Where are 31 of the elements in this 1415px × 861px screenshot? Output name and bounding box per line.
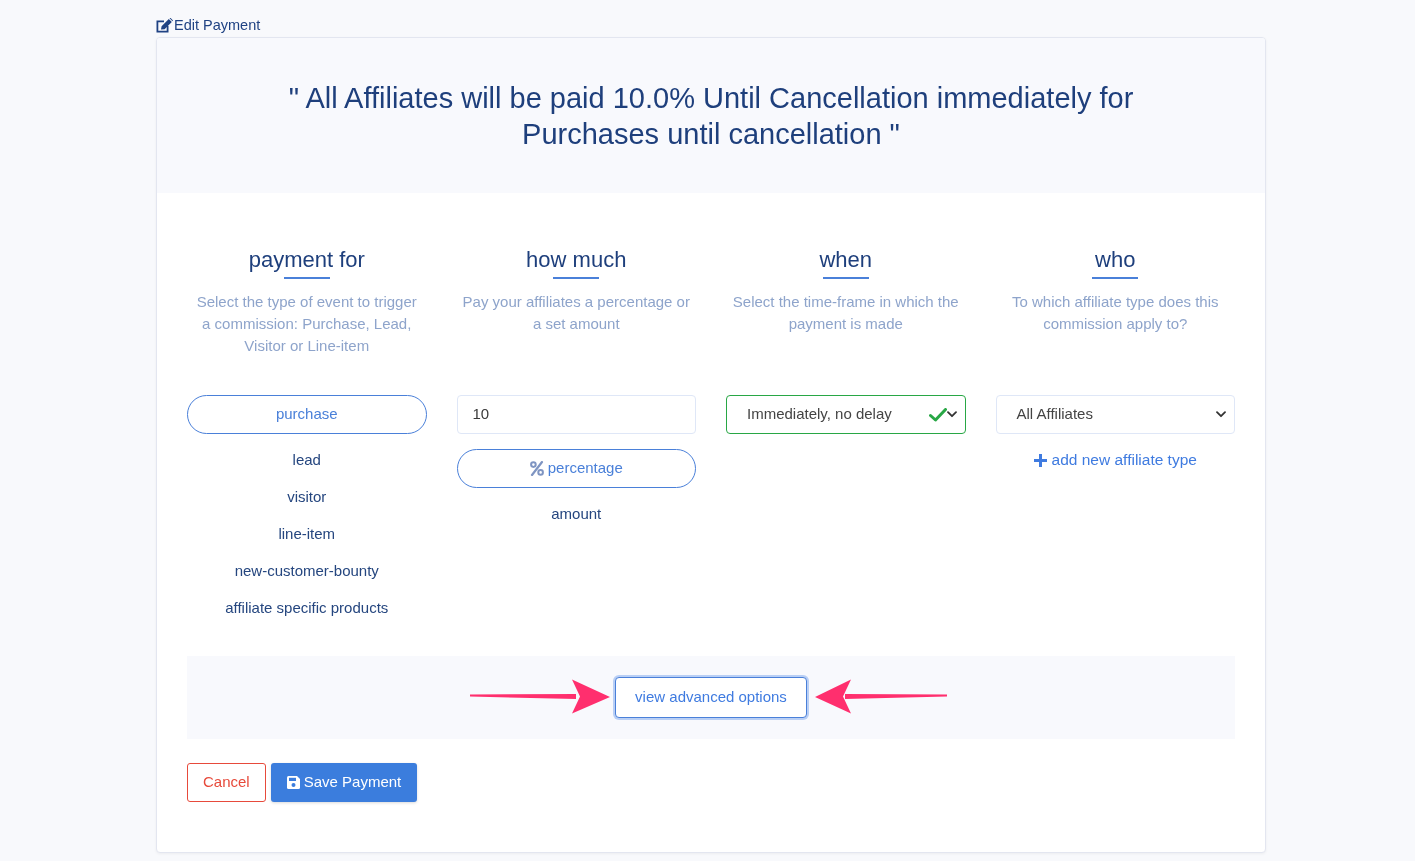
summary-heading: " All Affiliates will be paid 10.0% Until Cancellation immediately for Purchases until cancellation " (287, 80, 1135, 152)
dropdown[interactable]: All Affiliates (995, 395, 1235, 434)
column-heading: how much (526, 246, 627, 274)
column-heading: payment for (248, 246, 365, 274)
event-type-option[interactable]: line-item (278, 523, 336, 544)
add-affiliate-type-link[interactable]: add new affiliate type (1033, 449, 1197, 471)
column-description: Select the time-frame in which the payment is made (731, 292, 960, 334)
percent-icon (529, 461, 544, 476)
column-heading: when (819, 246, 873, 274)
cancel-button[interactable]: Cancel (187, 763, 266, 802)
chevron-down-icon (1216, 411, 1226, 418)
page-title: Edit Payment (174, 16, 261, 34)
column-description: To which affiliate type does this commission apply to? (1011, 292, 1220, 334)
chevron-down-icon (946, 411, 957, 418)
column-heading: who (1095, 246, 1136, 274)
column-description: Pay your affiliates a percentage or a set amount (461, 292, 691, 334)
save-button[interactable]: Save Payment (270, 763, 418, 802)
check-icon (928, 407, 947, 422)
event-type-option[interactable]: lead (292, 449, 321, 470)
plus-icon (1033, 453, 1047, 467)
advanced-options-button[interactable]: view advanced options (615, 677, 807, 718)
edit-icon (156, 17, 173, 33)
column-description: Select the type of event to trigger a commission: Purchase, Lead, Visitor or Line-item (195, 292, 418, 356)
unit-option[interactable]: amount (551, 503, 602, 524)
event-type-option[interactable]: new-customer-bounty (234, 560, 379, 581)
amount-input[interactable]: 10 (456, 395, 696, 434)
dropdown[interactable]: Immediately, no delay (726, 395, 966, 434)
event-type-option[interactable]: purchase (187, 395, 427, 434)
unit-option[interactable]: percentage (456, 449, 696, 488)
event-type-option[interactable]: affiliate specific products (225, 597, 389, 618)
event-type-option[interactable]: visitor (287, 486, 327, 507)
